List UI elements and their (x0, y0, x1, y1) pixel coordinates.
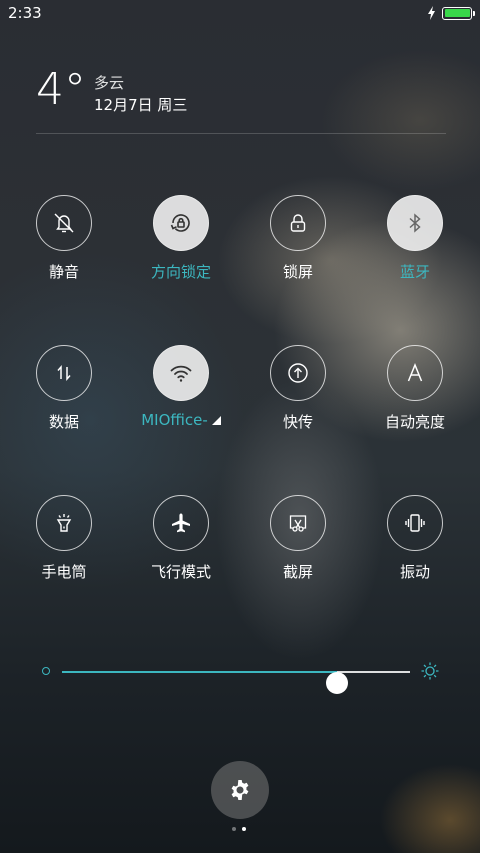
rotation-lock-icon (170, 214, 190, 232)
toggle-silent-button[interactable] (36, 195, 92, 251)
status-bar: 2:33 (0, 0, 480, 28)
toggle-data-button[interactable] (36, 345, 92, 401)
toggle-rotation-lock-button[interactable] (153, 195, 209, 251)
toggle-lock-screen-label: 锁屏 (282, 263, 313, 281)
toggle-silent[interactable]: 静音 (9, 195, 119, 282)
weather-condition: 多云 (94, 74, 125, 92)
toggle-flashlight-button[interactable] (36, 495, 92, 551)
flashlight-icon (56, 514, 72, 532)
wifi-network-name: MIOffice- (141, 411, 208, 429)
toggle-wifi-button[interactable] (153, 345, 209, 401)
brightness-track[interactable] (62, 671, 410, 694)
page-indicator (232, 827, 246, 831)
toggle-airplane-label: 飞行模式 (150, 563, 211, 581)
status-time: 2:33 (8, 4, 42, 22)
brightness-slider[interactable] (40, 660, 440, 694)
toggle-flashlight[interactable]: 手电筒 (9, 495, 119, 582)
bell-off-icon (54, 213, 74, 233)
lock-icon (290, 214, 306, 232)
toggle-quick-share-button[interactable] (270, 345, 326, 401)
toggle-airplane[interactable]: 飞行模式 (126, 495, 236, 582)
screenshot-icon (289, 515, 307, 532)
bluetooth-icon (409, 213, 421, 233)
charging-icon (428, 6, 435, 20)
toggle-auto-brightness[interactable]: 自动亮度 (360, 345, 470, 432)
toggle-screenshot[interactable]: 截屏 (243, 495, 353, 582)
toggle-bluetooth[interactable]: 蓝牙 (360, 195, 470, 282)
toggle-vibrate-label: 振动 (399, 563, 430, 581)
temperature: 4° (36, 64, 86, 115)
page-dot-2 (242, 827, 246, 831)
weather-widget[interactable]: 4° 多云 12月7日 周三 (36, 68, 456, 138)
toggle-data[interactable]: 数据 (9, 345, 119, 432)
status-indicators (427, 6, 475, 20)
toggle-auto-brightness-button[interactable] (387, 345, 443, 401)
toggle-silent-label: 静音 (48, 263, 79, 281)
data-arrows-icon (57, 364, 71, 382)
toggle-rotation-lock-label: 方向锁定 (150, 263, 211, 281)
toggle-bluetooth-label: 蓝牙 (399, 263, 430, 281)
brightness-thumb[interactable] (325, 672, 348, 694)
toggle-wifi[interactable]: MIOffice- (126, 345, 236, 429)
toggle-vibrate-button[interactable] (387, 495, 443, 551)
divider (36, 133, 446, 134)
wifi-more-indicator-icon[interactable] (211, 415, 221, 425)
weather-date: 12月7日 周三 (94, 96, 188, 114)
toggle-screenshot-button[interactable] (270, 495, 326, 551)
battery-icon (442, 6, 475, 20)
brightness-track-fill (62, 671, 337, 673)
toggle-data-label: 数据 (48, 413, 79, 431)
airplane-icon (172, 513, 190, 533)
gear-icon (231, 780, 249, 800)
auto-brightness-icon (407, 363, 423, 382)
toggle-rotation-lock[interactable]: 方向锁定 (126, 195, 236, 282)
toggle-auto-brightness-label: 自动亮度 (384, 413, 445, 431)
wifi-icon (170, 365, 192, 382)
upload-icon (288, 363, 308, 383)
toggle-airplane-button[interactable] (153, 495, 209, 551)
toggle-lock-screen[interactable]: 锁屏 (243, 195, 353, 282)
toggle-screenshot-label: 截屏 (282, 563, 313, 581)
toggle-bluetooth-button[interactable] (387, 195, 443, 251)
brightness-high-icon (421, 662, 439, 680)
toggle-wifi-label: MIOffice- (126, 411, 236, 429)
toggle-lock-screen-button[interactable] (270, 195, 326, 251)
toggle-quick-share[interactable]: 快传 (243, 345, 353, 432)
settings-button[interactable] (211, 761, 269, 819)
page-dot-1 (232, 827, 236, 831)
brightness-low-icon (42, 667, 50, 675)
toggle-quick-share-label: 快传 (282, 413, 313, 431)
toggle-vibrate[interactable]: 振动 (360, 495, 470, 582)
toggle-flashlight-label: 手电筒 (41, 563, 87, 581)
vibrate-icon (405, 514, 425, 532)
